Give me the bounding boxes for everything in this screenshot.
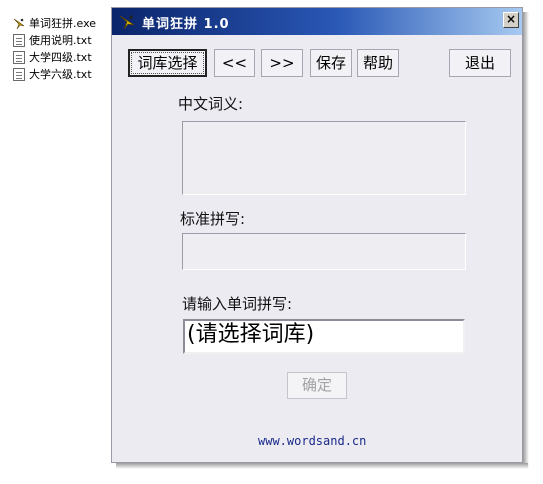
file-list: 单词狂拼.exe 使用说明.txt 大学四级.txt 大学六级.txt — [10, 6, 114, 464]
dict-select-button[interactable]: 词库选择 — [128, 49, 207, 77]
help-button[interactable]: 帮助 — [357, 49, 399, 77]
file-item-exe[interactable]: 单词狂拼.exe — [10, 15, 114, 32]
file-item-readme[interactable]: 使用说明.txt — [10, 32, 114, 49]
standard-spelling-display — [182, 233, 466, 270]
bird-app-icon — [13, 18, 25, 30]
meaning-label: 中文词义: — [178, 95, 244, 113]
text-file-icon — [13, 68, 25, 81]
window-shadow — [523, 12, 529, 468]
exit-button[interactable]: 退出 — [449, 49, 511, 77]
prev-button[interactable]: << — [214, 49, 255, 77]
file-item-cet6[interactable]: 大学六级.txt — [10, 66, 114, 83]
text-file-icon — [13, 51, 25, 64]
file-name: 单词狂拼.exe — [29, 17, 97, 30]
bird-app-icon — [119, 15, 135, 30]
file-name: 大学六级.txt — [29, 68, 92, 81]
confirm-button[interactable]: 确定 — [287, 372, 347, 399]
close-button[interactable]: × — [503, 12, 519, 28]
file-item-cet4[interactable]: 大学四级.txt — [10, 49, 114, 66]
input-label: 请输入单词拼写: — [182, 295, 293, 313]
standard-spelling-label: 标准拼写: — [180, 210, 246, 228]
title-bar[interactable]: 单词狂拼 1.0 × — [112, 8, 522, 35]
website-link[interactable]: www.wordsand.cn — [258, 434, 366, 448]
next-button[interactable]: >> — [261, 49, 303, 77]
file-name: 使用说明.txt — [29, 34, 92, 47]
meaning-display — [182, 121, 466, 195]
window-shadow — [116, 463, 528, 469]
text-file-icon — [13, 34, 25, 47]
app-window: 单词狂拼 1.0 × 词库选择 << >> 保存 帮助 退出 中文词义: 标准拼… — [111, 7, 523, 463]
spelling-input[interactable]: (请选择词库) — [183, 319, 465, 354]
save-button[interactable]: 保存 — [310, 49, 352, 77]
window-title: 单词狂拼 1.0 — [142, 17, 230, 32]
file-name: 大学四级.txt — [29, 51, 92, 64]
